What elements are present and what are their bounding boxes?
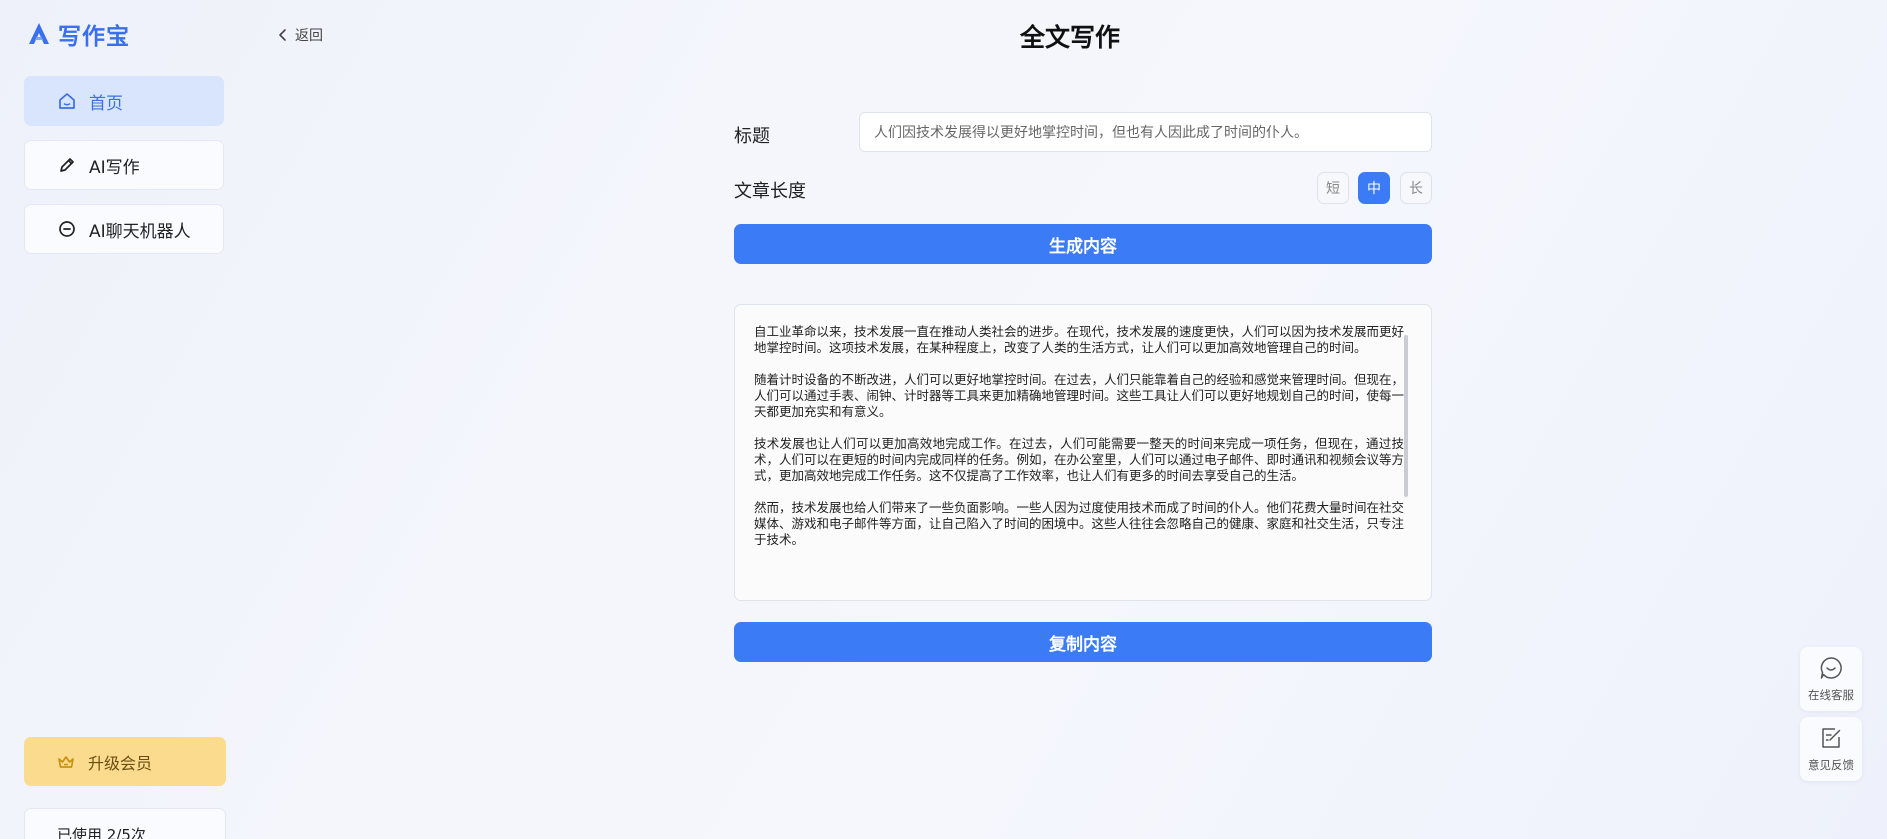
crown-icon	[58, 755, 74, 768]
generated-content-box[interactable]: 自工业革命以来，技术发展一直在推动人类社会的进步。在现代，技术发展的速度更快，人…	[734, 304, 1432, 601]
content-scrollbar[interactable]	[1404, 335, 1408, 497]
sidebar-item-label: AI写作	[89, 157, 140, 178]
sidebar-item-label: 首页	[89, 93, 123, 114]
pen-icon	[60, 158, 74, 172]
feedback-label: 意见反馈	[1808, 758, 1854, 772]
usage-counter: 已使用 2/5次	[24, 808, 226, 839]
title-input[interactable]	[859, 112, 1432, 152]
home-icon	[59, 93, 75, 109]
usage-text: 已使用 2/5次	[57, 826, 146, 839]
copy-button[interactable]: 复制内容	[734, 622, 1432, 662]
page-title: 全文写作	[1019, 23, 1120, 52]
title-label: 标题	[734, 126, 770, 147]
feedback-button[interactable]: 意见反馈	[1800, 717, 1862, 781]
length-label: 文章长度	[734, 181, 806, 202]
upgrade-label: 升级会员	[88, 753, 153, 773]
sidebar-item-ai-chatbot[interactable]: AI聊天机器人	[24, 204, 224, 254]
smile-chat-icon	[1820, 657, 1842, 679]
edit-note-icon	[1822, 728, 1841, 748]
online-service-label: 在线客服	[1808, 688, 1854, 702]
generate-button[interactable]: 生成内容	[734, 224, 1432, 264]
generated-content: 自工业革命以来，技术发展一直在推动人类社会的进步。在现代，技术发展的速度更快，人…	[754, 324, 1404, 590]
sidebar-item-ai-write[interactable]: AI写作	[24, 140, 224, 190]
content-paragraph: 随着计时设备的不断改进，人们可以更好地掌控时间。在过去，人们只能靠着自己的经验和…	[754, 372, 1404, 419]
length-option-medium[interactable]: 中	[1358, 172, 1390, 204]
content-paragraph: 技术发展也让人们可以更加高效地完成工作。在过去，人们可能需要一整天的时间来完成一…	[754, 436, 1404, 483]
content-paragraph: 自工业革命以来，技术发展一直在推动人类社会的进步。在现代，技术发展的速度更快，人…	[754, 324, 1404, 355]
sidebar-item-home[interactable]: 首页	[24, 76, 224, 126]
sidebar: 写作宝 首页 AI写作 AI聊天机器人 升级会员 已使用 2/5次	[0, 0, 250, 839]
chat-icon	[59, 221, 75, 237]
online-service-button[interactable]: 在线客服	[1800, 647, 1862, 711]
sidebar-item-label: AI聊天机器人	[89, 221, 191, 242]
content-paragraph: 然而，技术发展也给人们带来了一些负面影响。一些人因为过度使用技术而成了时间的仆人…	[754, 500, 1404, 547]
length-option-short[interactable]: 短	[1317, 172, 1349, 204]
upgrade-button[interactable]: 升级会员	[24, 737, 226, 786]
length-option-long[interactable]: 长	[1400, 172, 1432, 204]
